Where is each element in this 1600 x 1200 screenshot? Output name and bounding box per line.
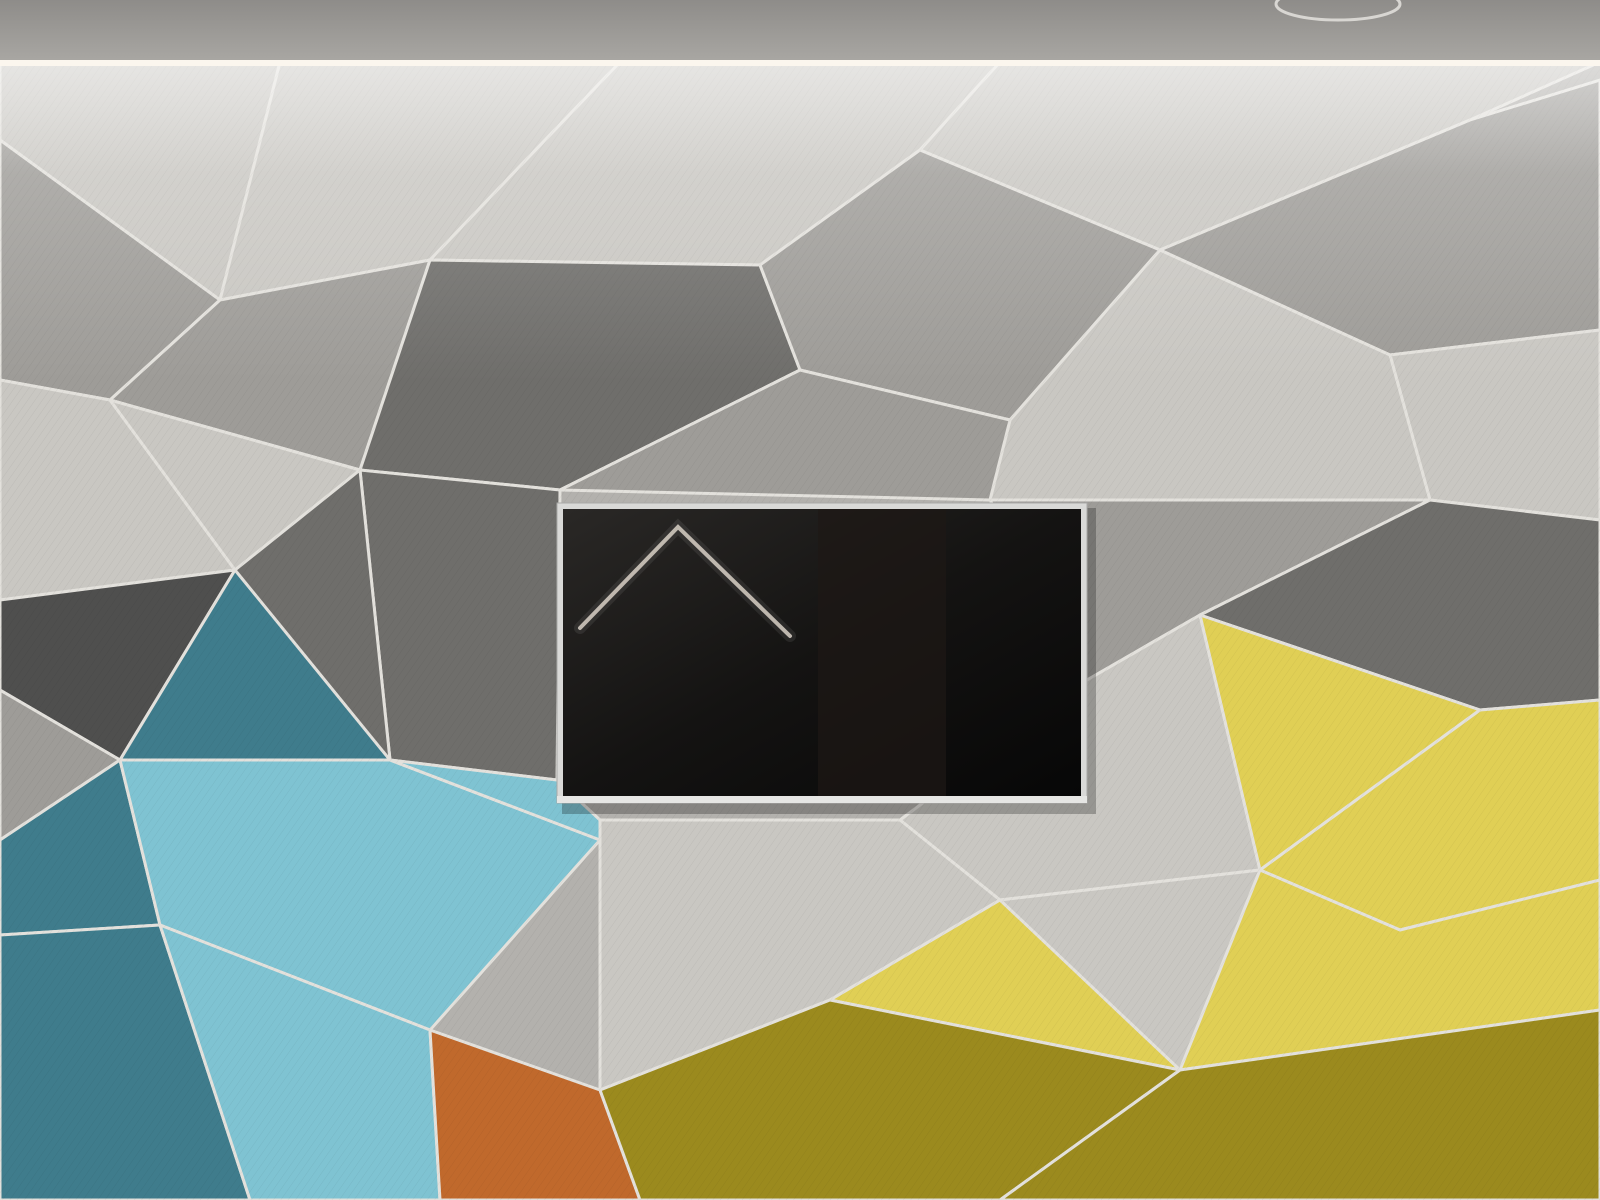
wall-mounted-tv <box>556 502 1096 814</box>
ceiling <box>0 0 1600 62</box>
tv-screen-reflection-band <box>818 509 946 796</box>
ceiling-light-strip <box>0 60 1600 66</box>
ceiling-light-glow <box>0 62 1600 382</box>
photo-scene <box>0 0 1600 1200</box>
tv-bottom-bezel <box>557 796 1087 803</box>
